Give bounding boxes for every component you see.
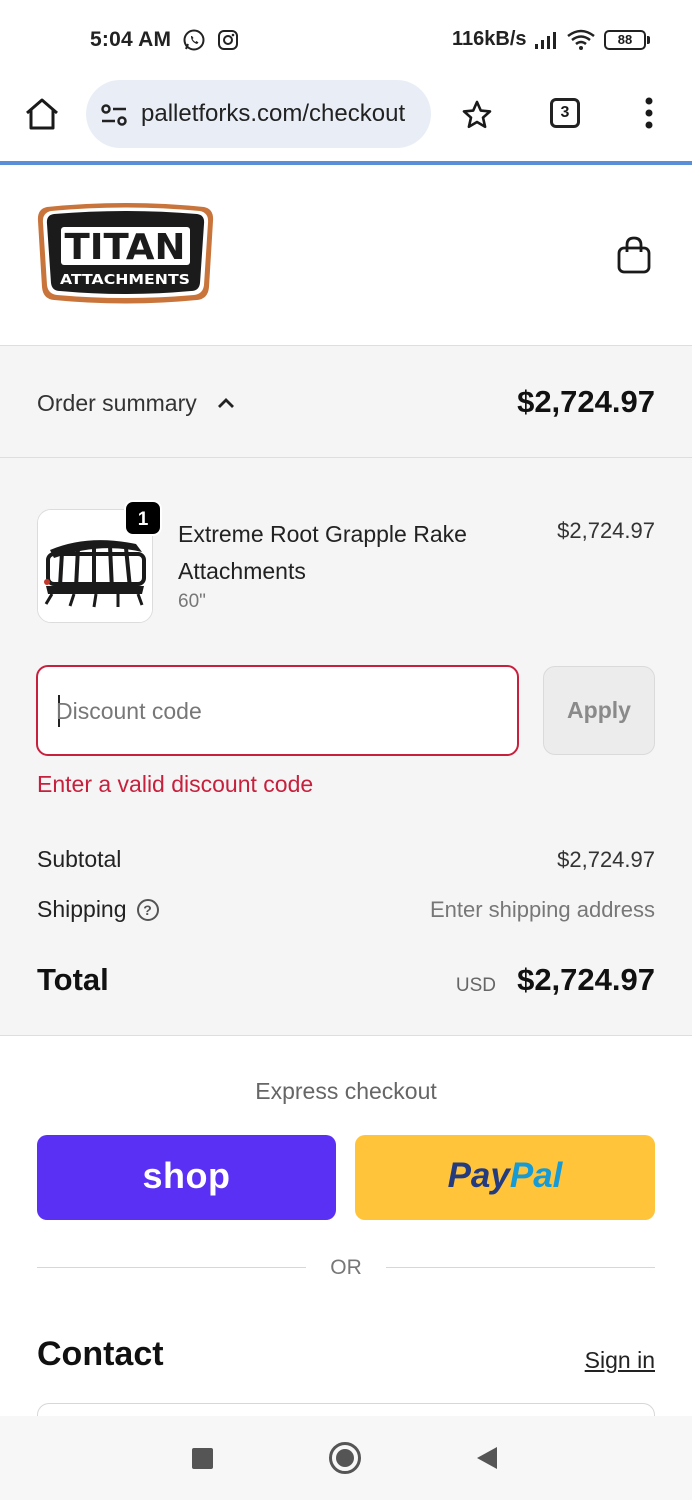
- battery-level: 88: [604, 30, 646, 50]
- help-icon[interactable]: ?: [136, 899, 159, 921]
- discount-error-message: Enter a valid discount code: [37, 771, 314, 797]
- shop-pay-button[interactable]: shop: [37, 1135, 336, 1220]
- subtotal-value: $2,724.97: [557, 847, 655, 872]
- shop-pay-label: shop: [142, 1155, 231, 1196]
- product-variant: 60": [178, 591, 206, 612]
- tabs-button[interactable]: 3: [550, 98, 580, 128]
- whatsapp-icon: [182, 28, 206, 57]
- system-navigation-bar: [0, 1416, 692, 1500]
- order-summary-panel: 1 Extreme Root Grapple Rake Attachments …: [0, 458, 692, 1036]
- url-text: palletforks.com/checkout: [141, 100, 406, 127]
- titan-logo[interactable]: TITAN ATTACHMENTS: [37, 201, 214, 307]
- browser-toolbar: palletforks.com/checkout 3: [0, 80, 692, 164]
- shipping-value: Enter shipping address: [429, 897, 655, 922]
- divider-right: [386, 1267, 655, 1268]
- status-bar: 5:04 AM 116kB/s 88: [0, 0, 692, 80]
- site-settings-icon[interactable]: [100, 103, 128, 132]
- back-icon[interactable]: [477, 1447, 497, 1469]
- home-icon[interactable]: [24, 97, 60, 136]
- shopping-bag-icon[interactable]: [616, 235, 652, 280]
- instagram-icon: [216, 28, 240, 57]
- discount-code-input[interactable]: [56, 691, 496, 731]
- or-divider-label: OR: [330, 1256, 362, 1279]
- battery-icon: 88: [604, 30, 650, 50]
- total-currency: USD: [455, 975, 496, 996]
- recents-icon[interactable]: [192, 1448, 213, 1469]
- home-button-icon[interactable]: [329, 1442, 361, 1474]
- quantity-badge: 1: [124, 500, 162, 536]
- shipping-label: Shipping: [37, 896, 127, 922]
- product-name: Extreme Root Grapple Rake Attachments: [178, 521, 467, 584]
- discount-code-field[interactable]: [36, 665, 519, 756]
- sign-in-link[interactable]: Sign in: [585, 1347, 655, 1374]
- express-checkout-title: Express checkout: [255, 1078, 437, 1104]
- star-icon[interactable]: [461, 99, 493, 136]
- url-bar[interactable]: palletforks.com/checkout: [86, 80, 431, 148]
- shipping-label-row: Shipping?: [37, 896, 159, 923]
- order-summary-label: Order summary: [37, 390, 197, 416]
- apply-discount-button[interactable]: Apply: [543, 666, 655, 755]
- store-header: TITAN ATTACHMENTS: [0, 165, 692, 346]
- more-vert-icon[interactable]: [643, 96, 655, 135]
- contact-heading: Contact: [37, 1335, 164, 1373]
- svg-text:ATTACHMENTS: ATTACHMENTS: [60, 272, 190, 288]
- network-speed: 116kB/s: [452, 28, 527, 50]
- svg-text:TITAN: TITAN: [65, 227, 186, 268]
- subtotal-label: Subtotal: [37, 846, 122, 872]
- status-time: 5:04 AM: [90, 28, 172, 51]
- product-price: $2,724.97: [557, 518, 655, 543]
- wifi-icon: [566, 28, 596, 57]
- paypal-button[interactable]: PayPal: [355, 1135, 655, 1220]
- chevron-up-icon: [217, 396, 235, 415]
- order-summary-total: $2,724.97: [517, 384, 655, 419]
- total-label: Total: [37, 962, 109, 997]
- order-summary-toggle[interactable]: Order summary $2,724.97: [0, 346, 692, 458]
- paypal-label-part2: Pal: [509, 1156, 563, 1195]
- paypal-label-part1: Pay: [447, 1156, 510, 1195]
- total-value: $2,724.97: [517, 962, 655, 997]
- signal-icon: [534, 30, 560, 55]
